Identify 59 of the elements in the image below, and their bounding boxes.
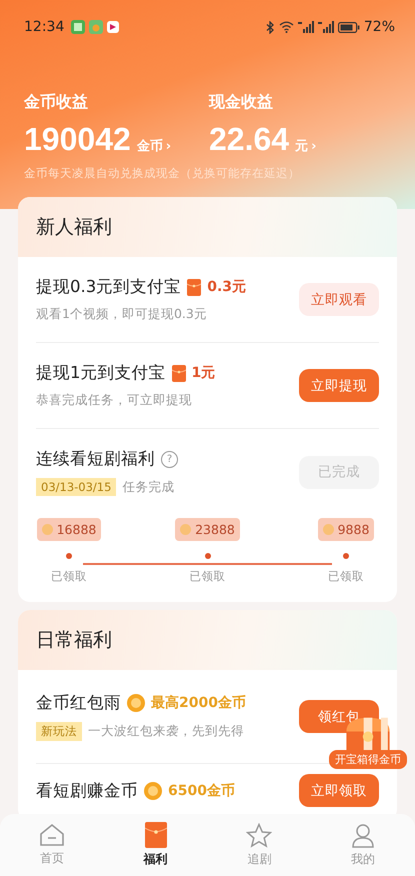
task-status: 任务完成 (122, 478, 174, 496)
earnings-label: 现金收益 (209, 92, 274, 113)
task-title: 金币红包雨 (36, 692, 121, 714)
nav-tab[interactable]: 福利 (126, 822, 186, 868)
nav-tab[interactable]: 追剧 (229, 822, 290, 868)
coin-icon (144, 782, 162, 800)
section-title: 新人福利 (36, 216, 112, 238)
task-title: 提现1元到支付宝 (36, 362, 166, 384)
app-icon (89, 20, 104, 34)
milestone-dot (343, 553, 349, 559)
earnings-label: 金币收益 (24, 92, 89, 113)
bluetooth-icon (266, 20, 275, 34)
section-title: 日常福利 (36, 629, 112, 651)
app-icon (107, 21, 120, 33)
coin-reward-tag: 16888 (36, 518, 102, 541)
task-description: 观看1个视频，即可提现0.3元 (36, 306, 208, 323)
nav-tab[interactable]: 我的 (333, 822, 394, 868)
nav-tab[interactable]: 首页 (22, 823, 82, 867)
wifi-icon (278, 21, 294, 33)
envelope-icon (172, 364, 186, 382)
milestone-label: 已领取 (328, 569, 364, 584)
coin-icon (127, 694, 145, 712)
app-icon (71, 20, 86, 34)
task-reward: 最高2000金币 (151, 694, 246, 712)
task-button[interactable]: 立即领取 (299, 774, 379, 807)
date-tag: 03/13-03/15 (36, 478, 116, 496)
coin-reward-tag: 23888 (175, 518, 240, 541)
earnings-value: 22.64 (209, 121, 290, 158)
earnings-unit-link[interactable]: 金币 › (136, 137, 172, 155)
chest-label[interactable]: 开宝箱得金币 (329, 750, 407, 769)
milestone-label: 已领取 (190, 569, 226, 584)
battery-level: 72% (364, 19, 395, 35)
star-icon (246, 822, 272, 848)
signal-icon (318, 21, 334, 33)
milestone-label: 已领取 (51, 569, 87, 584)
new-tag: 新玩法 (36, 722, 82, 741)
envelope-icon (187, 278, 202, 296)
task-title: 提现0.3元到支付宝 (36, 276, 182, 298)
person-icon (351, 822, 376, 848)
task-reward: 0.3元 (207, 278, 246, 296)
earnings-unit-link[interactable]: 元 › (295, 137, 316, 155)
task-description: 恭喜完成任务，可立即提现 (36, 392, 193, 409)
task-title: 看短剧赚金币 (36, 780, 138, 802)
help-icon[interactable]: ? (161, 450, 178, 468)
earnings-value: 190042 (24, 121, 131, 158)
task-reward: 6500金币 (168, 782, 235, 800)
status-time: 12:34 (24, 19, 64, 35)
coin-reward-tag: 9888 (318, 518, 374, 541)
envelope-icon (144, 822, 167, 848)
milestone-dot (204, 553, 210, 559)
home-icon (38, 823, 65, 847)
task-reward: 1元 (192, 364, 216, 382)
milestone-dot (66, 553, 72, 559)
signal-icon (298, 21, 314, 33)
task-title: 连续看短剧福利 (36, 448, 155, 470)
task-button[interactable]: 立即观看 (299, 283, 379, 316)
battery-icon (338, 22, 360, 32)
task-description: 一大波红包来袭，先到先得 (88, 723, 244, 740)
task-button[interactable]: 立即提现 (299, 369, 379, 402)
